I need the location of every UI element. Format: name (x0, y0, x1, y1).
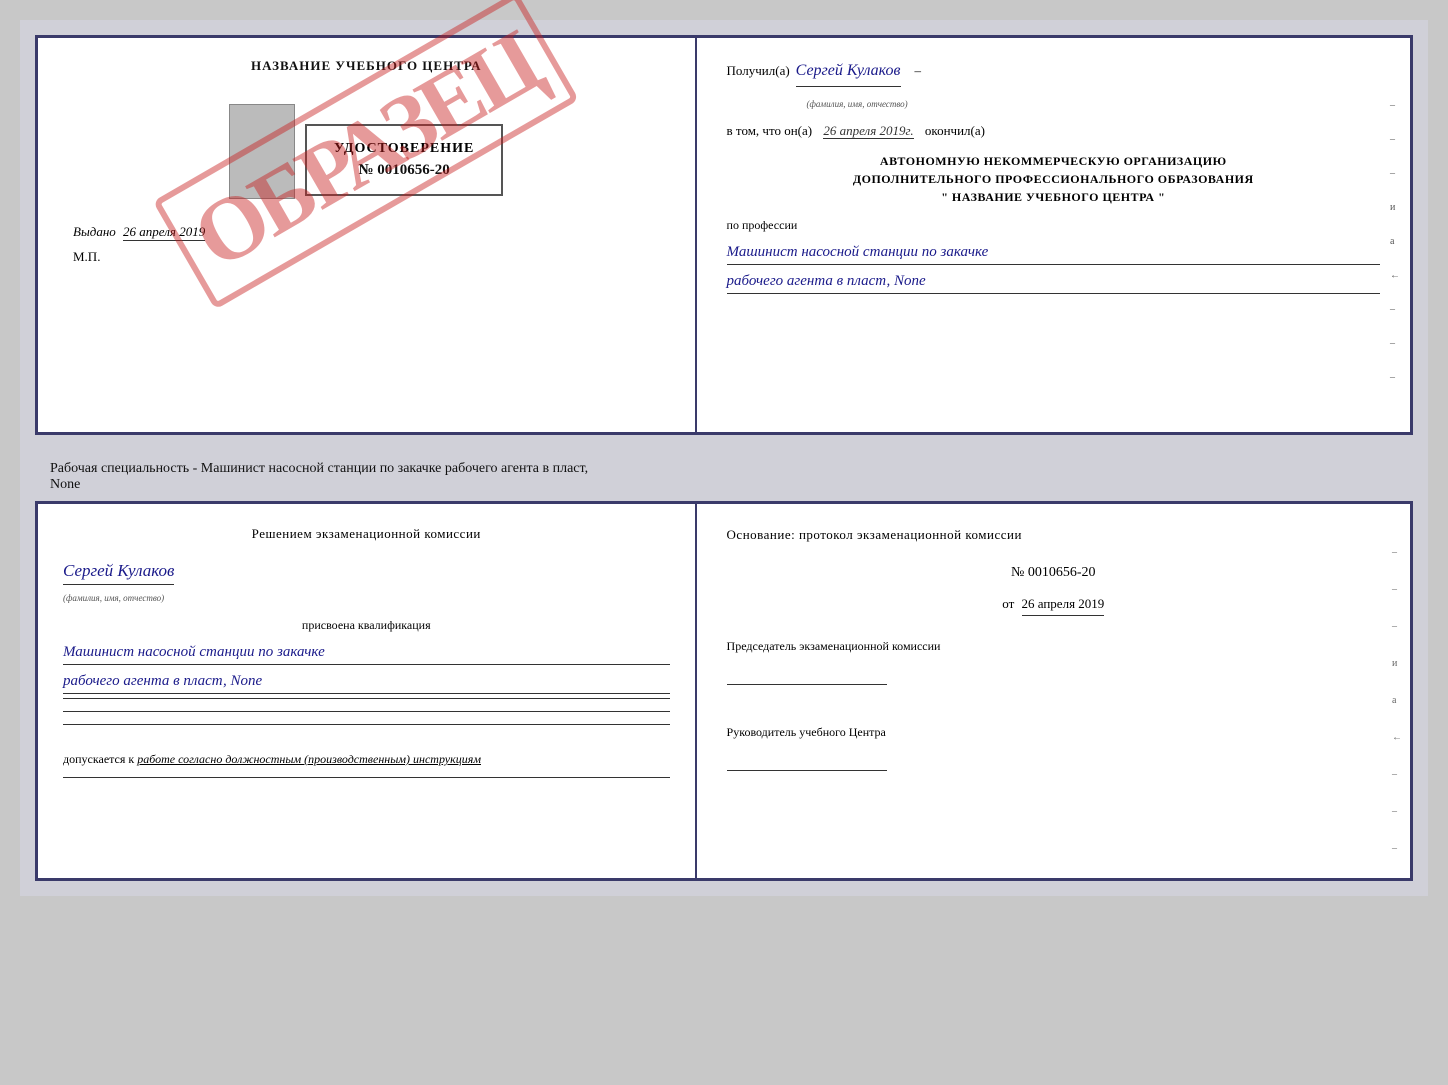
qual-line1: Машинист насосной станции по закачке (63, 640, 670, 665)
separator4 (63, 777, 670, 778)
poluchil-line: Получил(а) Сергей Кулаков – (727, 58, 1380, 87)
prisvoyena-label: присвоена квалификация (63, 616, 670, 635)
photo-placeholder (229, 104, 295, 199)
familiya-hint-top: (фамилия, имя, отчество) (807, 99, 908, 109)
training-center-title: НАЗВАНИЕ УЧЕБНОГО ЦЕНТРА (251, 58, 482, 74)
protocol-num: № 0010656-20 (727, 561, 1380, 585)
vtom-date: 26 апреля 2019г. (823, 123, 913, 139)
separator3 (63, 724, 670, 725)
po-professii-label: по профессии (727, 216, 1380, 235)
dopuskaetsya-label: допускается к (63, 752, 134, 766)
qual-line2: рабочего агента в пласт, None (63, 669, 670, 694)
page-container: НАЗВАНИЕ УЧЕБНОГО ЦЕНТРА ОБРАЗЕЦ УДОСТОВ… (20, 20, 1428, 896)
predsedatel-block: Председатель экзаменационной комиссии (727, 636, 1380, 697)
mp-label: М.П. (63, 249, 100, 265)
bottom-name-block: Сергей Кулаков (фамилия, имя, отчество) (63, 557, 670, 608)
left-panel-top: НАЗВАНИЕ УЧЕБНОГО ЦЕНТРА ОБРАЗЕЦ УДОСТОВ… (38, 38, 697, 432)
right-panel-top: Получил(а) Сергей Кулаков – (фамилия, им… (697, 38, 1410, 432)
bottom-document: Решением экзаменационной комиссии Сергей… (35, 501, 1413, 881)
poluchil-name: Сергей Кулаков (796, 58, 901, 87)
vydano-label: Выдано (73, 224, 116, 239)
dash1: – (915, 61, 922, 82)
org-line3: " НАЗВАНИЕ УЧЕБНОГО ЦЕНТРА " (727, 188, 1380, 206)
separator1 (63, 698, 670, 699)
dopuskaetsya-text: работе согласно должностным (производств… (137, 752, 481, 766)
rukovoditel-block: Руководитель учебного Центра (727, 722, 1380, 783)
org-line1: АВТОНОМНУЮ НЕКОММЕРЧЕСКУЮ ОРГАНИЗАЦИЮ (727, 152, 1380, 170)
profession-line2: рабочего агента в пласт, None (727, 269, 1380, 294)
udostoverenije-label: УДОСТОВЕРЕНИЕ (327, 141, 482, 157)
rukovoditel-label: Руководитель учебного Центра (727, 722, 1380, 742)
okonchil-label: окончил(а) (925, 123, 985, 138)
middle-text: Рабочая специальность - Машинист насосно… (35, 453, 1413, 501)
bottom-left-panel: Решением экзаменационной комиссии Сергей… (38, 504, 697, 878)
vtom-line: в том, что он(а) 26 апреля 2019г. окончи… (727, 121, 1380, 142)
poluchil-label: Получил(а) (727, 61, 790, 82)
vtom-label: в том, что он(а) (727, 123, 813, 138)
bottom-right-panel: Основание: протокол экзаменационной коми… (697, 504, 1410, 878)
org-block: АВТОНОМНУЮ НЕКОММЕРЧЕСКУЮ ОРГАНИЗАЦИЮ ДО… (727, 152, 1380, 206)
org-line2: ДОПОЛНИТЕЛЬНОГО ПРОФЕССИОНАЛЬНОГО ОБРАЗО… (727, 170, 1380, 188)
vydano-date: 26 апреля 2019 (123, 224, 205, 241)
cert-number: № 0010656-20 (327, 162, 482, 179)
bottom-name-hand: Сергей Кулаков (63, 557, 174, 585)
side-lines-bottom: – – – и а ← – – – (1392, 544, 1402, 857)
ot-label: от (1002, 596, 1014, 611)
vydano-line: Выдано 26 апреля 2019 (63, 224, 205, 241)
predsedatel-label: Председатель экзаменационной комиссии (727, 636, 1380, 656)
resheniem-label: Решением экзаменационной комиссии (63, 524, 670, 545)
predsedatel-signature-line (727, 665, 887, 685)
separator2 (63, 711, 670, 712)
dopuskaetsya-block: допускается к работе согласно должностны… (63, 750, 670, 769)
osnovaniye-label: Основание: протокол экзаменационной коми… (727, 524, 1380, 546)
middle-text-content: Рабочая специальность - Машинист насосно… (50, 461, 588, 492)
ot-date: от 26 апреля 2019 (727, 593, 1380, 616)
rukovoditel-signature-line (727, 751, 887, 771)
ot-date-value: 26 апреля 2019 (1022, 593, 1105, 616)
top-document: НАЗВАНИЕ УЧЕБНОГО ЦЕНТРА ОБРАЗЕЦ УДОСТОВ… (35, 35, 1413, 435)
profession-line1: Машинист насосной станции по закачке (727, 240, 1380, 265)
bottom-familiya-hint: (фамилия, имя, отчество) (63, 593, 164, 603)
certificate-block: УДОСТОВЕРЕНИЕ № 0010656-20 (305, 124, 504, 196)
cert-inner-photo: УДОСТОВЕРЕНИЕ № 0010656-20 (229, 94, 503, 209)
side-lines-top: – – – и а ← – – – (1390, 98, 1400, 386)
